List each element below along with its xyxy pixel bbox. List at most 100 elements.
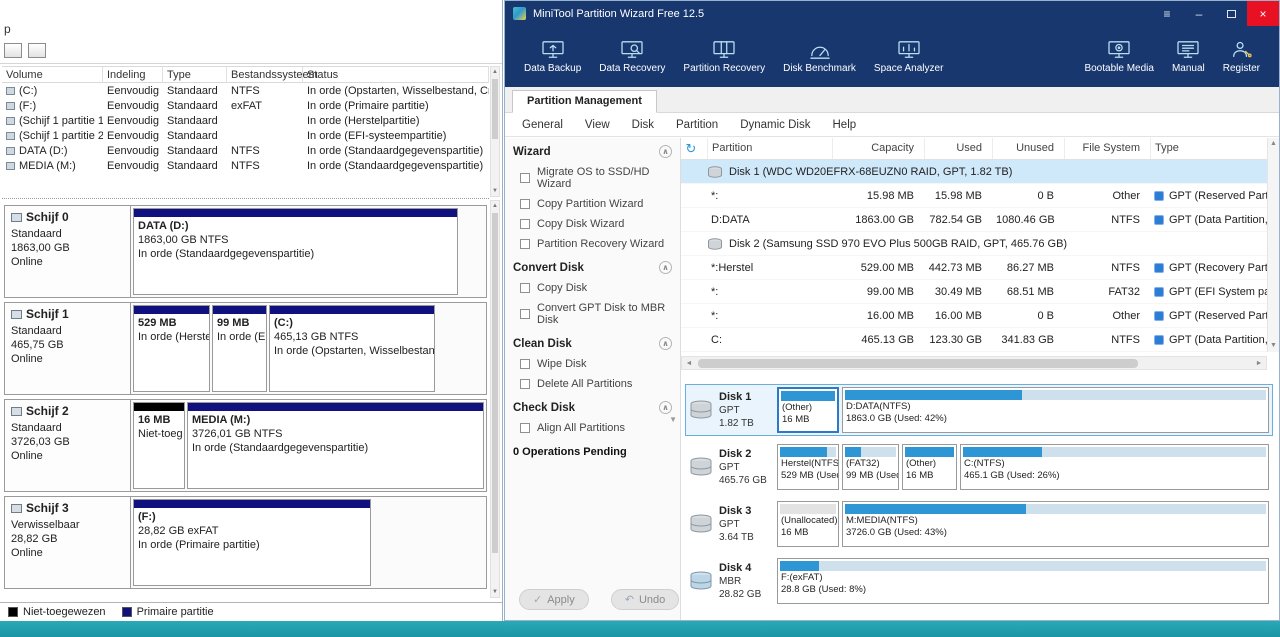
col-volume[interactable]: Volume: [2, 67, 103, 83]
taskbar-strip[interactable]: [0, 621, 1280, 637]
col-capacity[interactable]: Capacity: [832, 138, 924, 159]
close-icon[interactable]: ×: [1247, 1, 1279, 26]
menu-help[interactable]: Help: [822, 115, 868, 135]
sidebar-item-copy-partition-wizard[interactable]: Copy Partition Wizard: [505, 194, 680, 214]
disk-label[interactable]: Schijf 2 Standaard 3726,03 GB Online: [5, 400, 131, 491]
partition-unallocated[interactable]: 16 MB Niet-toeg: [133, 402, 185, 489]
scroll-down-icon[interactable]: ▼: [491, 186, 499, 196]
partition-row[interactable]: *: 16.00 MB 16.00 MB 0 B Other GPT (Rese…: [681, 304, 1267, 328]
sidebar-item-wipe-disk[interactable]: Wipe Disk: [505, 354, 680, 374]
table-vertical-scrollbar[interactable]: ▲ ▼: [1267, 138, 1279, 352]
partition-c[interactable]: (C:) 465,13 GB NTFS In orde (Opstarten, …: [269, 305, 435, 392]
partition-row[interactable]: C: 465.13 GB 123.30 GB 341.83 GB NTFS GP…: [681, 328, 1267, 352]
sidebar-scroll-down-icon[interactable]: ▼: [669, 415, 677, 424]
scrollbar-thumb[interactable]: [492, 213, 498, 553]
register-button[interactable]: Register: [1214, 36, 1269, 78]
disk3-map-row[interactable]: Disk 3 GPT 3.64 TB (Unallocated) 16 MB: [685, 498, 1273, 550]
partition-row[interactable]: *:Herstel 529.00 MB 442.73 MB 86.27 MB N…: [681, 256, 1267, 280]
volume-row[interactable]: (Schijf 1 partitie 1) Eenvoudig Standaar…: [2, 113, 489, 128]
volume-row[interactable]: MEDIA (M:) Eenvoudig Standaard NTFS In o…: [2, 158, 489, 173]
table-horizontal-scrollbar[interactable]: ◄ ►: [681, 356, 1267, 370]
col-indeling[interactable]: Indeling: [103, 67, 163, 83]
menu-general[interactable]: General: [511, 115, 574, 135]
col-type[interactable]: Type: [163, 67, 227, 83]
disk-benchmark-button[interactable]: Disk Benchmark: [774, 36, 865, 78]
scrollbar-thumb[interactable]: [492, 79, 498, 139]
col-type[interactable]: Type: [1150, 138, 1267, 159]
partition-row[interactable]: *: 99.00 MB 30.49 MB 68.51 MB FAT32 GPT …: [681, 280, 1267, 304]
map-partition-other[interactable]: (Other) 16 MB: [902, 444, 957, 490]
disk-row-schijf3[interactable]: Schijf 3 Verwisselbaar 28,82 GB Online (…: [4, 496, 487, 589]
disk2-map-row[interactable]: Disk 2 GPT 465.76 GB Herstel(NTFS) 529 M…: [685, 441, 1273, 493]
col-bestandssysteem[interactable]: Bestandssysteem: [227, 67, 303, 83]
hamburger-menu-icon[interactable]: ≡: [1151, 1, 1183, 26]
scroll-down-icon[interactable]: ▼: [1268, 340, 1279, 352]
partition-recovery-button[interactable]: Partition Recovery: [674, 36, 774, 78]
menu-disk[interactable]: Disk: [621, 115, 665, 135]
apply-button[interactable]: ✓Apply: [519, 589, 589, 610]
partition-row[interactable]: D:DATA 1863.00 GB 782.54 GB 1080.46 GB N…: [681, 208, 1267, 232]
map-partition-herstel[interactable]: Herstel(NTFS) 529 MB (Used:: [777, 444, 839, 490]
menu-partition[interactable]: Partition: [665, 115, 729, 135]
partition-media-m[interactable]: MEDIA (M:) 3726,01 GB NTFS In orde (Stan…: [187, 402, 484, 489]
action-pane-icon[interactable]: [28, 43, 46, 58]
sidebar-item-convert-gpt-mbr[interactable]: Convert GPT Disk to MBR Disk: [505, 298, 680, 330]
disk-row-schijf0[interactable]: Schijf 0 Standaard 1863,00 GB Online DAT…: [4, 205, 487, 298]
scroll-left-icon[interactable]: ◄: [682, 360, 696, 367]
volume-row[interactable]: (C:) Eenvoudig Standaard NTFS In orde (O…: [2, 83, 489, 98]
refresh-icon[interactable]: ↻: [681, 138, 707, 159]
manual-button[interactable]: Manual: [1163, 36, 1214, 78]
menu-view[interactable]: View: [574, 115, 621, 135]
sidebar-item-partition-recovery-wizard[interactable]: Partition Recovery Wizard: [505, 234, 680, 254]
disk-label[interactable]: Schijf 3 Verwisselbaar 28,82 GB Online: [5, 497, 131, 588]
minimize-icon[interactable]: –: [1183, 1, 1215, 26]
sidebar-item-migrate-os[interactable]: Migrate OS to SSD/HD Wizard: [505, 162, 680, 194]
group-wizard[interactable]: Wizard∧: [505, 138, 680, 162]
disk4-map-row[interactable]: Disk 4 MBR 28.82 GB F:(exFAT) 28.8 GB (U…: [685, 555, 1273, 607]
tab-partition-management[interactable]: Partition Management: [512, 90, 657, 113]
scrollbar-thumb[interactable]: [698, 359, 1138, 368]
menu-dynamic-disk[interactable]: Dynamic Disk: [729, 115, 821, 135]
sidebar-item-copy-disk-wizard[interactable]: Copy Disk Wizard: [505, 214, 680, 234]
map-partition-other[interactable]: (Other) 16 MB: [777, 387, 839, 433]
map-partition-c[interactable]: C:(NTFS) 465.1 GB (Used: 26%): [960, 444, 1269, 490]
scroll-up-icon[interactable]: ▲: [491, 67, 499, 77]
undo-button[interactable]: ↶Undo: [611, 589, 680, 610]
collapse-icon[interactable]: ∧: [659, 261, 672, 274]
data-recovery-button[interactable]: Data Recovery: [590, 36, 674, 78]
partition-f[interactable]: (F:) 28,82 GB exFAT In orde (Primaire pa…: [133, 499, 371, 586]
map-partition-f[interactable]: F:(exFAT) 28.8 GB (Used: 8%): [777, 558, 1269, 604]
disk-label[interactable]: Schijf 1 Standaard 465,75 GB Online: [5, 303, 131, 394]
map-partition-fat32[interactable]: (FAT32) 99 MB (Used:: [842, 444, 899, 490]
scroll-up-icon[interactable]: ▲: [491, 201, 499, 211]
scroll-up-icon[interactable]: ▲: [1268, 138, 1279, 150]
volume-row[interactable]: DATA (D:) Eenvoudig Standaard NTFS In or…: [2, 143, 489, 158]
partition-recovery[interactable]: 529 MB In orde (Herste: [133, 305, 210, 392]
disk-label[interactable]: Schijf 0 Standaard 1863,00 GB Online: [5, 206, 131, 297]
map-partition-unallocated[interactable]: (Unallocated) 16 MB: [777, 501, 839, 547]
console-tree-icon[interactable]: [4, 43, 22, 58]
group-convert-disk[interactable]: Convert Disk∧: [505, 254, 680, 278]
sidebar-item-align-all-partitions[interactable]: Align All Partitions: [505, 418, 680, 438]
collapse-icon[interactable]: ∧: [659, 401, 672, 414]
col-file-system[interactable]: File System: [1064, 138, 1150, 159]
volume-table-scrollbar[interactable]: ▲ ▼: [490, 66, 500, 197]
col-used[interactable]: Used: [924, 138, 992, 159]
scroll-right-icon[interactable]: ►: [1252, 360, 1266, 367]
disk1-map-row[interactable]: Disk 1 GPT 1.82 TB (Other) 16 MB: [685, 384, 1273, 436]
disk-row-schijf1[interactable]: Schijf 1 Standaard 465,75 GB Online 529 …: [4, 302, 487, 395]
bootable-media-button[interactable]: Bootable Media: [1075, 36, 1163, 78]
collapse-icon[interactable]: ∧: [659, 337, 672, 350]
partition-efi[interactable]: 99 MB In orde (E: [212, 305, 267, 392]
col-partition[interactable]: Partition: [707, 138, 832, 159]
data-backup-button[interactable]: Data Backup: [515, 36, 590, 78]
col-unused[interactable]: Unused: [992, 138, 1064, 159]
disk-row-schijf2[interactable]: Schijf 2 Standaard 3726,03 GB Online 16 …: [4, 399, 487, 492]
maximize-icon[interactable]: [1215, 1, 1247, 26]
map-partition-m-media[interactable]: M:MEDIA(NTFS) 3726.0 GB (Used: 43%): [842, 501, 1269, 547]
disk2-header-row[interactable]: Disk 2 (Samsung SSD 970 EVO Plus 500GB R…: [681, 232, 1267, 256]
col-status[interactable]: Status: [303, 67, 489, 83]
sidebar-item-copy-disk[interactable]: Copy Disk: [505, 278, 680, 298]
disk1-header-row[interactable]: Disk 1 (WDC WD20EFRX-68EUZN0 RAID, GPT, …: [681, 160, 1267, 184]
volume-row[interactable]: (Schijf 1 partitie 2) Eenvoudig Standaar…: [2, 128, 489, 143]
